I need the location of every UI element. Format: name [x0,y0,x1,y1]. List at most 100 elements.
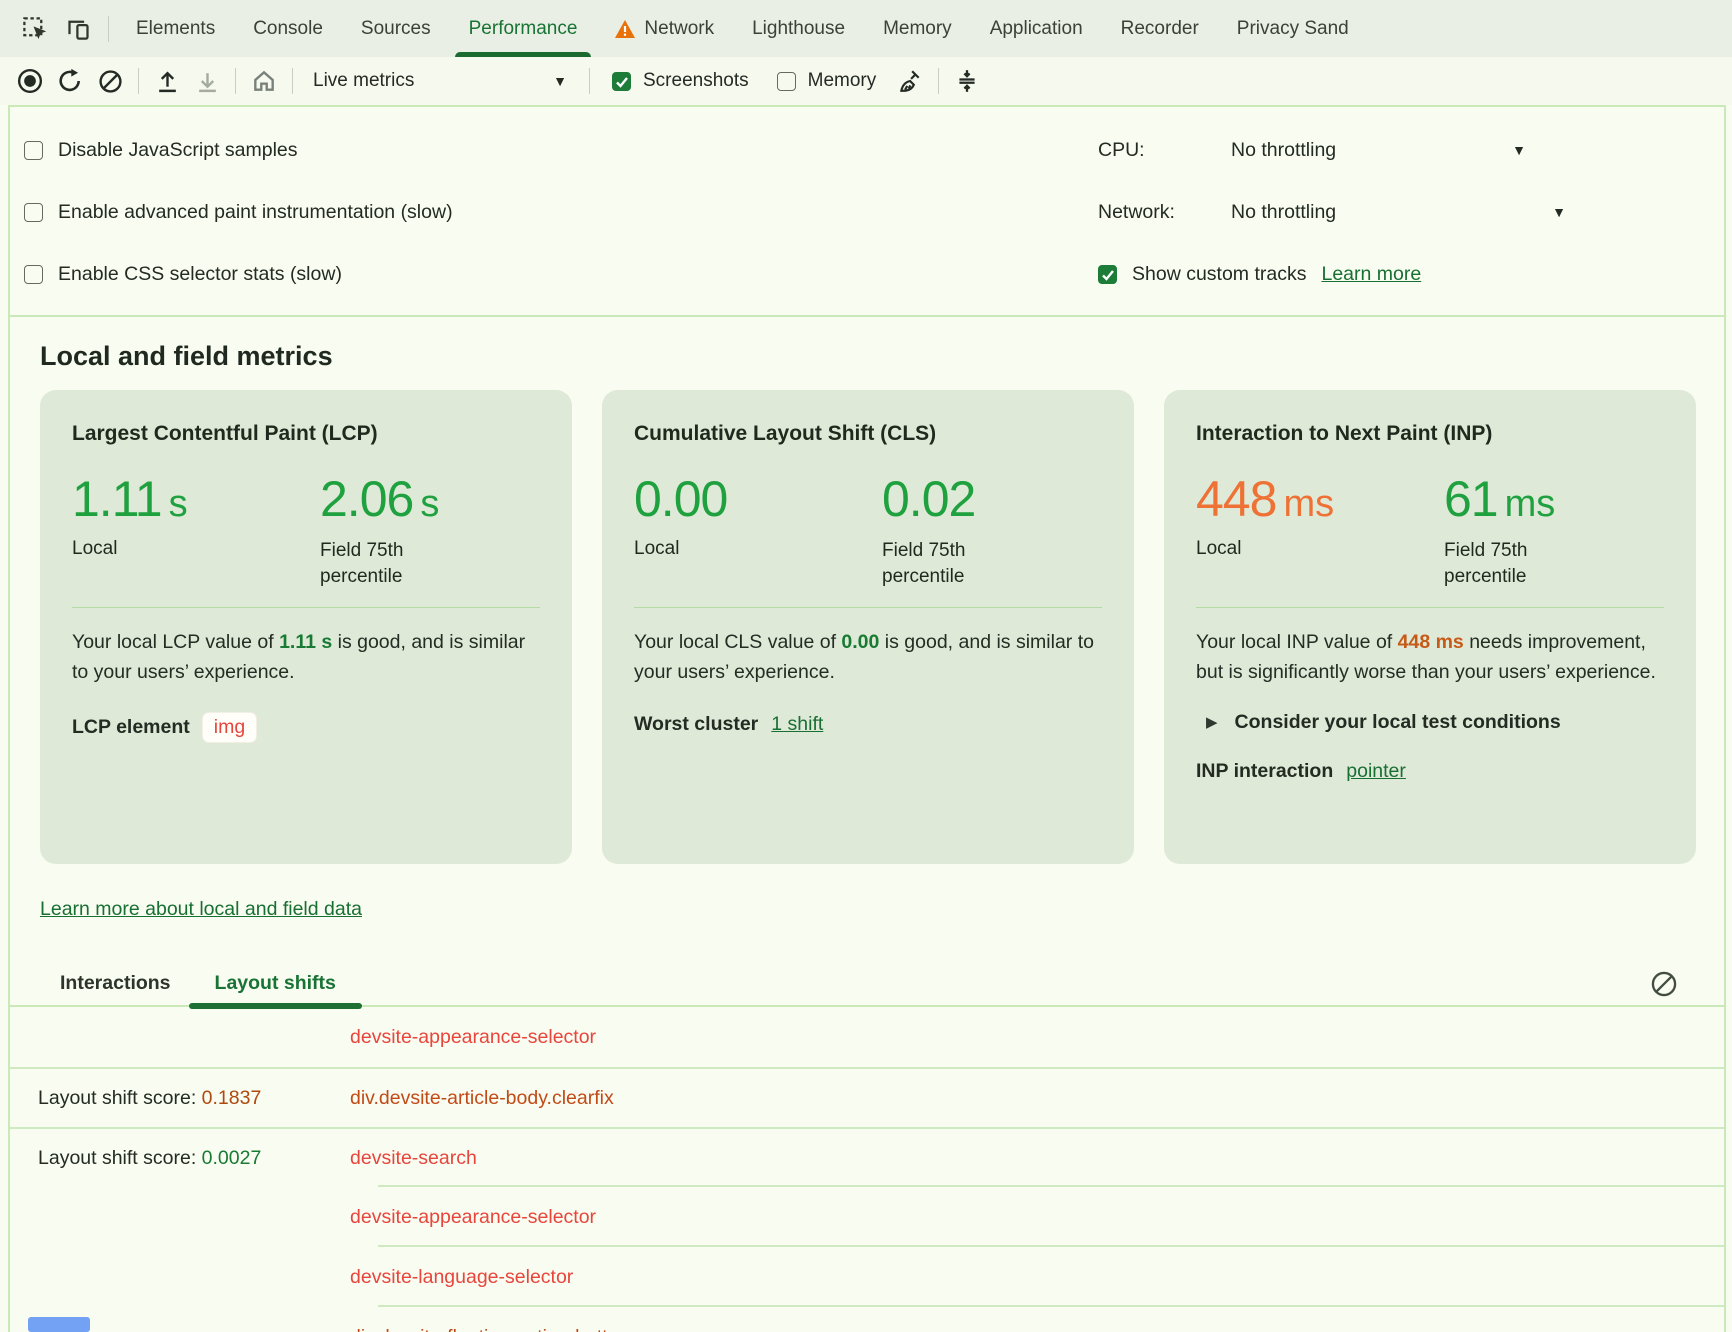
toolbar-divider [589,68,590,94]
download-profile-icon[interactable] [187,61,227,101]
advanced-paint-checkbox[interactable] [24,203,43,222]
upload-profile-icon[interactable] [147,61,187,101]
tab-recorder[interactable]: Recorder [1102,0,1218,57]
tab-application[interactable]: Application [971,0,1102,57]
shift-element-link[interactable]: devsite-appearance-selector [350,1026,1724,1049]
layout-shift-row[interactable]: devsite-appearance-selector [10,1007,1724,1067]
custom-tracks-row: Show custom tracks Learn more [1098,243,1566,305]
tab-privacy-sandbox[interactable]: Privacy Sand [1218,0,1368,57]
toolbar-divider [938,68,939,94]
partial-selection-highlight [28,1317,90,1332]
shift-element-link[interactable]: devsite-search [350,1147,1724,1170]
cls-field-block: 0.02 Field 75th percentile [882,470,1102,589]
advanced-paint-label: Enable advanced paint instrumentation (s… [58,201,453,224]
log-tab-interactions[interactable]: Interactions [38,961,193,1005]
css-selector-stats-label: Enable CSS selector stats (slow) [58,263,342,286]
custom-tracks-learn-more-link[interactable]: Learn more [1321,263,1421,286]
tab-memory[interactable]: Memory [864,0,971,57]
lcp-local-label: Local [72,538,320,560]
reload-and-record-button[interactable] [50,61,90,101]
worst-cluster-label: Worst cluster [634,713,758,736]
toolbar-divider [292,68,293,94]
lcp-card-title: Largest Contentful Paint (LCP) [72,422,540,446]
disable-js-samples-checkbox[interactable] [24,141,43,160]
card-divider [1196,607,1664,608]
warning-icon [615,20,635,38]
inp-field-block: 61ms Field 75th percentile [1444,470,1664,589]
shift-score-label: Layout shift score: [38,1087,202,1109]
disclosure-triangle-icon: ▶ [1206,713,1218,731]
inp-field-value: 61 [1444,471,1498,527]
worst-cluster-link[interactable]: 1 shift [771,713,823,736]
collapse-sections-icon[interactable] [947,61,987,101]
advanced-paint-option[interactable]: Enable advanced paint instrumentation (s… [24,181,453,243]
css-selector-stats-checkbox[interactable] [24,265,43,284]
gc-broom-icon[interactable] [890,61,930,101]
layout-shift-row[interactable]: div.devsite-floating-action-buttons [10,1307,1724,1332]
device-toolbar-icon[interactable] [56,9,100,49]
tab-sources[interactable]: Sources [342,0,450,57]
screenshots-checkbox[interactable] [612,72,631,91]
custom-tracks-checkbox[interactable] [1098,265,1117,284]
cpu-throttling-select[interactable]: No throttling [1231,139,1497,162]
tab-lighthouse[interactable]: Lighthouse [733,0,864,57]
lcp-values: 1.11s Local 2.06s Field 75th percentile [72,470,540,589]
layout-shift-row[interactable]: Layout shift score: 0.0027 devsite-searc… [10,1127,1724,1187]
layout-shift-row[interactable]: devsite-appearance-selector [10,1187,1724,1247]
tabbar-divider [108,16,109,42]
chevron-down-icon: ▼ [1552,204,1566,220]
lcp-element-label: LCP element [72,716,190,739]
inp-local-unit: ms [1283,483,1334,525]
clear-button[interactable] [90,61,130,101]
tab-performance[interactable]: Performance [450,0,597,57]
network-throttling-row: Network: No throttling ▼ [1098,181,1566,243]
metric-cards: Largest Contentful Paint (LCP) 1.11 s Loc… [40,390,1696,864]
shift-score-value: 0.0027 [202,1147,262,1169]
shift-element-link[interactable]: div.devsite-article-body.clearfix [350,1087,1724,1110]
css-selector-stats-option[interactable]: Enable CSS selector stats (slow) [24,243,453,305]
tab-network-label: Network [644,18,714,40]
devtools-tabbar: Elements Console Sources Performance Net… [0,0,1732,57]
learn-more-field-data-link[interactable]: Learn more about local and field data [40,898,362,921]
inp-card-title: Interaction to Next Paint (INP) [1196,422,1664,446]
shift-score-label: Layout shift score: [38,1147,202,1169]
lcp-element-row: LCP element img [72,713,540,742]
lcp-local-value: 1.11 [72,471,162,527]
network-throttling-select[interactable]: No throttling [1231,201,1537,224]
log-tabs: Interactions Layout shifts [10,961,1724,1007]
cls-values: 0.00 Local 0.02 Field 75th percentile [634,470,1102,589]
local-test-conditions-disclosure[interactable]: ▶ Consider your local test conditions [1196,711,1664,734]
tab-console[interactable]: Console [234,0,342,57]
log-tab-layout-shifts[interactable]: Layout shifts [193,961,358,1005]
disable-js-samples-option[interactable]: Disable JavaScript samples [24,119,453,181]
inp-field-label: Field 75th percentile [1444,538,1574,589]
shift-element-link[interactable]: div.devsite-floating-action-buttons [350,1326,1724,1332]
record-button[interactable] [10,61,50,101]
tab-network[interactable]: Network [596,0,733,57]
chevron-down-icon: ▼ [1512,142,1526,158]
layout-shift-row[interactable]: devsite-language-selector [10,1247,1724,1307]
screenshots-option[interactable]: Screenshots [598,70,763,92]
lcp-description: Your local LCP value of 1.11 s is good, … [72,628,540,687]
memory-option[interactable]: Memory [763,70,891,92]
inp-field-unit: ms [1505,483,1556,525]
view-mode-select[interactable]: Live metrics ▼ [301,61,581,101]
layout-shift-row[interactable]: Layout shift score: 0.1837 div.devsite-a… [10,1067,1724,1127]
lcp-field-unit: s [420,483,439,525]
lcp-element-chip[interactable]: img [203,713,256,742]
inp-interaction-link[interactable]: pointer [1346,760,1406,783]
tab-elements[interactable]: Elements [117,0,234,57]
card-divider [72,607,540,608]
memory-label: Memory [808,70,877,92]
inspect-element-icon[interactable] [12,9,56,49]
inp-local-value: 448 [1196,471,1276,527]
performance-toolbar: Live metrics ▼ Screenshots Memory [0,57,1732,105]
view-mode-value: Live metrics [313,70,414,92]
shift-element-link[interactable]: devsite-language-selector [350,1266,1724,1289]
inp-local-block: 448ms Local [1196,470,1444,589]
shift-element-link[interactable]: devsite-appearance-selector [350,1206,1724,1229]
memory-checkbox[interactable] [777,72,796,91]
clear-log-icon[interactable] [1650,970,1678,998]
panel-tabs: Elements Console Sources Performance Net… [117,0,1732,57]
home-icon[interactable] [244,61,284,101]
